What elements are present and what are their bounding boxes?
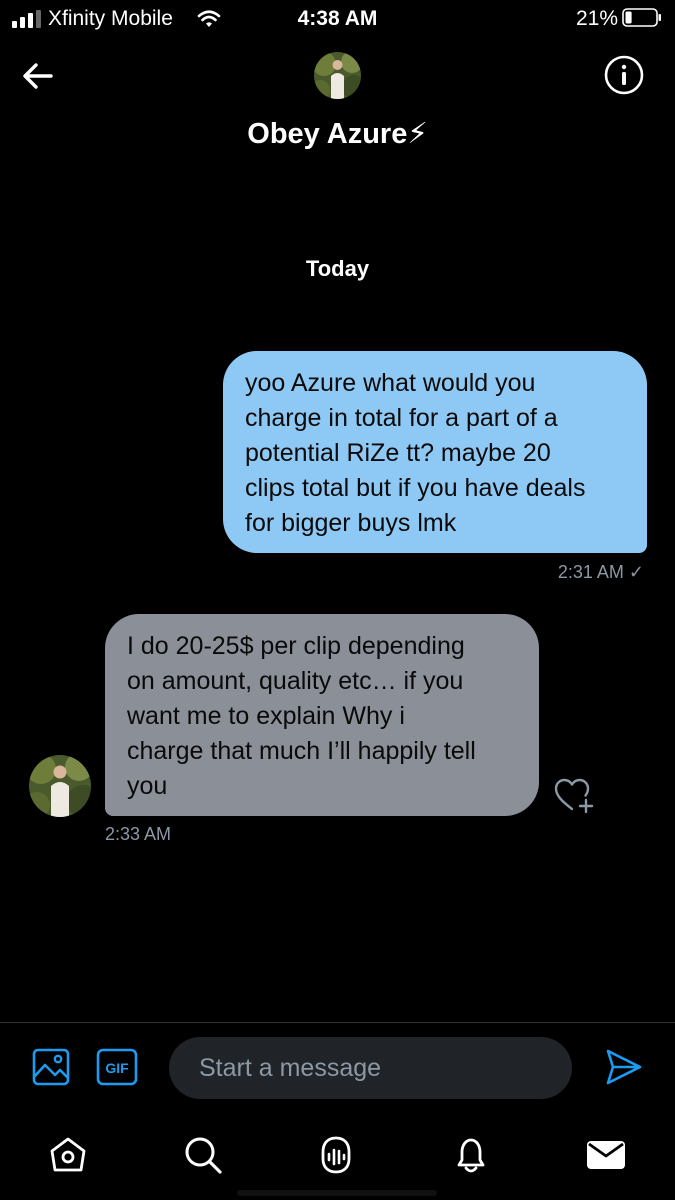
search-icon[interactable] (182, 1134, 224, 1176)
message-line: potential RiZe tt? maybe 20 (245, 439, 551, 467)
composer-divider (0, 1022, 675, 1023)
image-upload-icon[interactable] (31, 1047, 71, 1087)
home-indicator (237, 1190, 437, 1196)
back-button[interactable] (18, 56, 58, 96)
gif-label: GIF (105, 1060, 129, 1076)
home-icon[interactable] (47, 1134, 89, 1176)
sender-avatar[interactable] (29, 755, 91, 817)
gif-button[interactable]: GIF (96, 1047, 138, 1087)
date-separator: Today (305, 256, 370, 281)
battery-percent: 21% (576, 7, 619, 30)
outgoing-message-bubble[interactable]: yoo Azure what would you charge in total… (223, 351, 647, 553)
notifications-icon[interactable] (450, 1134, 492, 1176)
message-line: I do 20-25$ per clip depending (127, 632, 465, 660)
contact-name[interactable]: Obey Azure⚡ (0, 116, 675, 151)
spaces-icon[interactable] (315, 1134, 357, 1176)
incoming-message-time: 2:33 AM (105, 824, 172, 844)
contact-avatar[interactable] (314, 52, 361, 99)
message-line: clips total but if you have deals (245, 474, 586, 502)
message-line: for bigger buys lmk (245, 509, 457, 537)
message-line: yoo Azure what would you (245, 369, 536, 397)
messages-icon[interactable] (585, 1134, 627, 1176)
message-line: on amount, quality etc… if you (127, 667, 464, 695)
message-line: want me to explain Why i (127, 702, 405, 730)
gif-icon: GIF (96, 1048, 138, 1086)
message-line: charge that much I’ll happily tell (127, 737, 476, 765)
info-button[interactable] (603, 54, 645, 96)
add-reaction-heart-icon[interactable] (553, 776, 595, 814)
outgoing-message-time: 2:31 AM ✓ (557, 562, 644, 582)
message-line: you (127, 772, 168, 800)
status-bar: Xfinity Mobile 4:38 AM 21% (0, 0, 675, 38)
battery-icon (622, 8, 661, 27)
incoming-message-bubble[interactable]: I do 20-25$ per clip depending on amount… (105, 614, 539, 816)
send-icon[interactable] (602, 1046, 644, 1088)
message-input[interactable]: Start a message (169, 1037, 572, 1099)
status-clock: 4:38 AM (297, 7, 378, 30)
message-line: charge in total for a part of a (245, 404, 558, 432)
